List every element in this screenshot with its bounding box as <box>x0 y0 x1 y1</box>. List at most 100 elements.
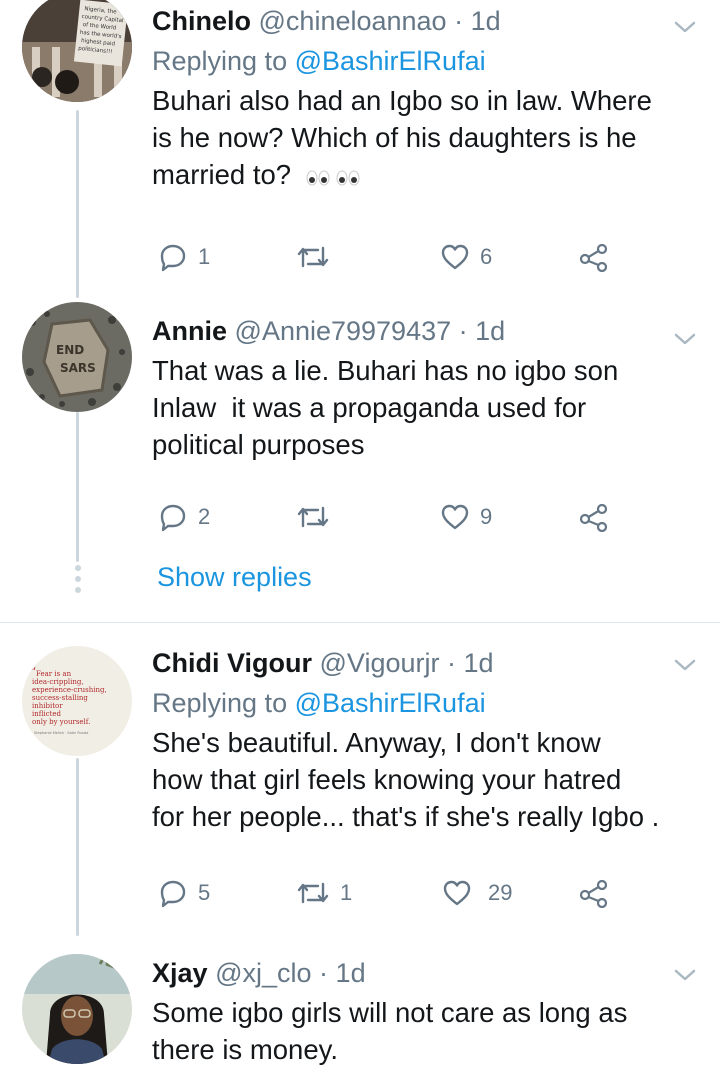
separator-dot: · <box>454 6 464 36</box>
reply-icon <box>160 880 186 908</box>
like-count: 6 <box>480 244 493 269</box>
timestamp[interactable]: 1d <box>336 958 366 988</box>
reply-button[interactable]: 1 <box>158 240 210 274</box>
more-replies-dots <box>74 565 82 598</box>
like-button[interactable]: 9 <box>440 500 492 534</box>
avatar-annie[interactable]: END SARS <box>22 302 132 412</box>
user-handle[interactable]: @chineloannao <box>259 6 447 36</box>
tweet-text-line: married to? <box>152 159 292 190</box>
like-button[interactable]: 6 <box>440 240 492 274</box>
thread-line <box>76 758 79 936</box>
share-button[interactable] <box>578 876 610 910</box>
chevron-down-icon[interactable] <box>674 968 696 982</box>
retweet-button[interactable]: 1 <box>296 876 352 910</box>
svg-text:SARS: SARS <box>60 361 96 375</box>
reply-count: 1 <box>198 244 211 269</box>
retweet-icon <box>297 506 329 528</box>
replying-to-label: Replying to <box>152 46 288 76</box>
user-handle[interactable]: @Vigourjr <box>320 648 440 678</box>
tweet-text-line: Inlaw it was a propaganda used for <box>152 392 587 423</box>
reply-count: 2 <box>198 504 211 529</box>
replying-to-handle[interactable]: @BashirElRufai <box>295 46 486 76</box>
reply-button[interactable]: 5 <box>158 876 210 910</box>
retweet-count: 1 <box>340 880 353 905</box>
svg-text:success-stalling: success-stalling <box>32 694 88 702</box>
retweet-button[interactable] <box>296 240 330 274</box>
svg-text:Stephanie Melish · Satin Runda: Stephanie Melish · Satin Runda <box>34 731 88 735</box>
tweet-text: Some igbo girls will not care as long as… <box>152 994 700 1068</box>
avatar-xjay[interactable] <box>22 954 132 1064</box>
share-button[interactable] <box>578 240 610 274</box>
avatar-annie-image: END SARS <box>22 302 132 412</box>
like-icon <box>443 880 471 906</box>
tweet-text-line: how that girl feels knowing your hatred <box>152 764 622 795</box>
tweet-text-line: Some igbo girls will not care as long as <box>152 997 628 1028</box>
replying-to-handle[interactable]: @BashirElRufai <box>295 688 486 718</box>
tweet-header: Xjay @xj_clo · 1d <box>152 956 700 990</box>
share-button[interactable] <box>578 500 610 534</box>
svg-text:experience-crushing,: experience-crushing, <box>32 686 107 694</box>
like-count: 29 <box>488 880 513 905</box>
reply-icon <box>160 504 186 532</box>
thread-line <box>76 110 79 298</box>
tweet-text: That was a lie. Buhari has no igbo son I… <box>152 352 700 463</box>
chevron-down-icon[interactable] <box>674 20 696 34</box>
display-name[interactable]: Annie <box>152 316 227 346</box>
avatar-chidi-vigour-image: “ Fear is an idea-crippling, experience-… <box>22 646 132 756</box>
show-replies-link[interactable]: Show replies <box>157 562 312 593</box>
share-icon <box>579 243 608 272</box>
tweet-text-line: She's beautiful. Anyway, I don't know <box>152 727 601 758</box>
svg-text:idea-crippling,: idea-crippling, <box>32 678 84 686</box>
tweet-header: Annie @Annie79979437 · 1d <box>152 314 700 348</box>
tweet-text-line: for her people... that's if she's really… <box>152 801 660 832</box>
avatar-chidi-vigour[interactable]: “ Fear is an idea-crippling, experience-… <box>22 646 132 756</box>
svg-text:inflicted: inflicted <box>32 710 62 718</box>
retweet-button[interactable] <box>296 500 330 534</box>
reply-icon <box>160 244 186 272</box>
tweet-text-line: is he now? Which of his daughters is he <box>152 122 637 153</box>
retweet-icon <box>297 246 329 268</box>
avatar-chinelo[interactable]: Nigeria, the country Capital of the Worl… <box>22 0 132 102</box>
divider <box>0 622 720 623</box>
tweet-header: Chidi Vigour @Vigourjr · 1d <box>152 646 700 680</box>
replying-to: Replying to @BashirElRufai <box>152 686 700 720</box>
tweet-text-line: Buhari also had an Igbo so in law. Where <box>152 85 652 116</box>
like-icon <box>441 504 469 530</box>
separator-dot: · <box>458 316 468 346</box>
replying-to-label: Replying to <box>152 688 288 718</box>
separator-dot: · <box>447 648 456 678</box>
svg-text:Fear is an: Fear is an <box>36 670 72 678</box>
tweet-text-line: there is money. <box>152 1034 338 1065</box>
share-icon <box>579 879 608 908</box>
like-icon <box>441 244 469 270</box>
tweet-text-line: That was a lie. Buhari has no igbo son <box>152 355 619 386</box>
tweet-text: She's beautiful. Anyway, I don't know ho… <box>152 724 700 835</box>
timestamp[interactable]: 1d <box>471 6 501 36</box>
svg-text:END: END <box>56 343 84 357</box>
eyes-emoji <box>305 158 363 195</box>
like-count: 9 <box>480 504 493 529</box>
user-handle[interactable]: @Annie79979437 <box>235 316 452 346</box>
avatar-chinelo-image: Nigeria, the country Capital of the Worl… <box>22 0 132 102</box>
timestamp[interactable]: 1d <box>475 316 505 346</box>
like-button[interactable]: 29 <box>442 876 512 910</box>
user-handle[interactable]: @xj_clo <box>215 958 311 988</box>
reply-count: 5 <box>198 880 211 905</box>
share-icon <box>579 503 608 532</box>
display-name[interactable]: Chinelo <box>152 6 251 36</box>
avatar-xjay-image <box>22 954 132 1064</box>
display-name[interactable]: Xjay <box>152 958 208 988</box>
svg-text:inhibitor: inhibitor <box>32 702 63 710</box>
reply-button[interactable]: 2 <box>158 500 210 534</box>
chevron-down-icon[interactable] <box>674 332 696 346</box>
timestamp[interactable]: 1d <box>464 648 494 678</box>
display-name[interactable]: Chidi Vigour <box>152 648 312 678</box>
thread-line <box>76 412 79 562</box>
tweet-header: Chinelo @chineloannao · 1d <box>152 4 700 38</box>
tweet-text-line: political purposes <box>152 429 365 460</box>
retweet-icon <box>297 882 329 904</box>
replying-to: Replying to @BashirElRufai <box>152 44 700 78</box>
separator-dot: · <box>319 958 329 988</box>
chevron-down-icon[interactable] <box>674 658 696 672</box>
svg-text:only by yourself.: only by yourself. <box>32 718 90 726</box>
